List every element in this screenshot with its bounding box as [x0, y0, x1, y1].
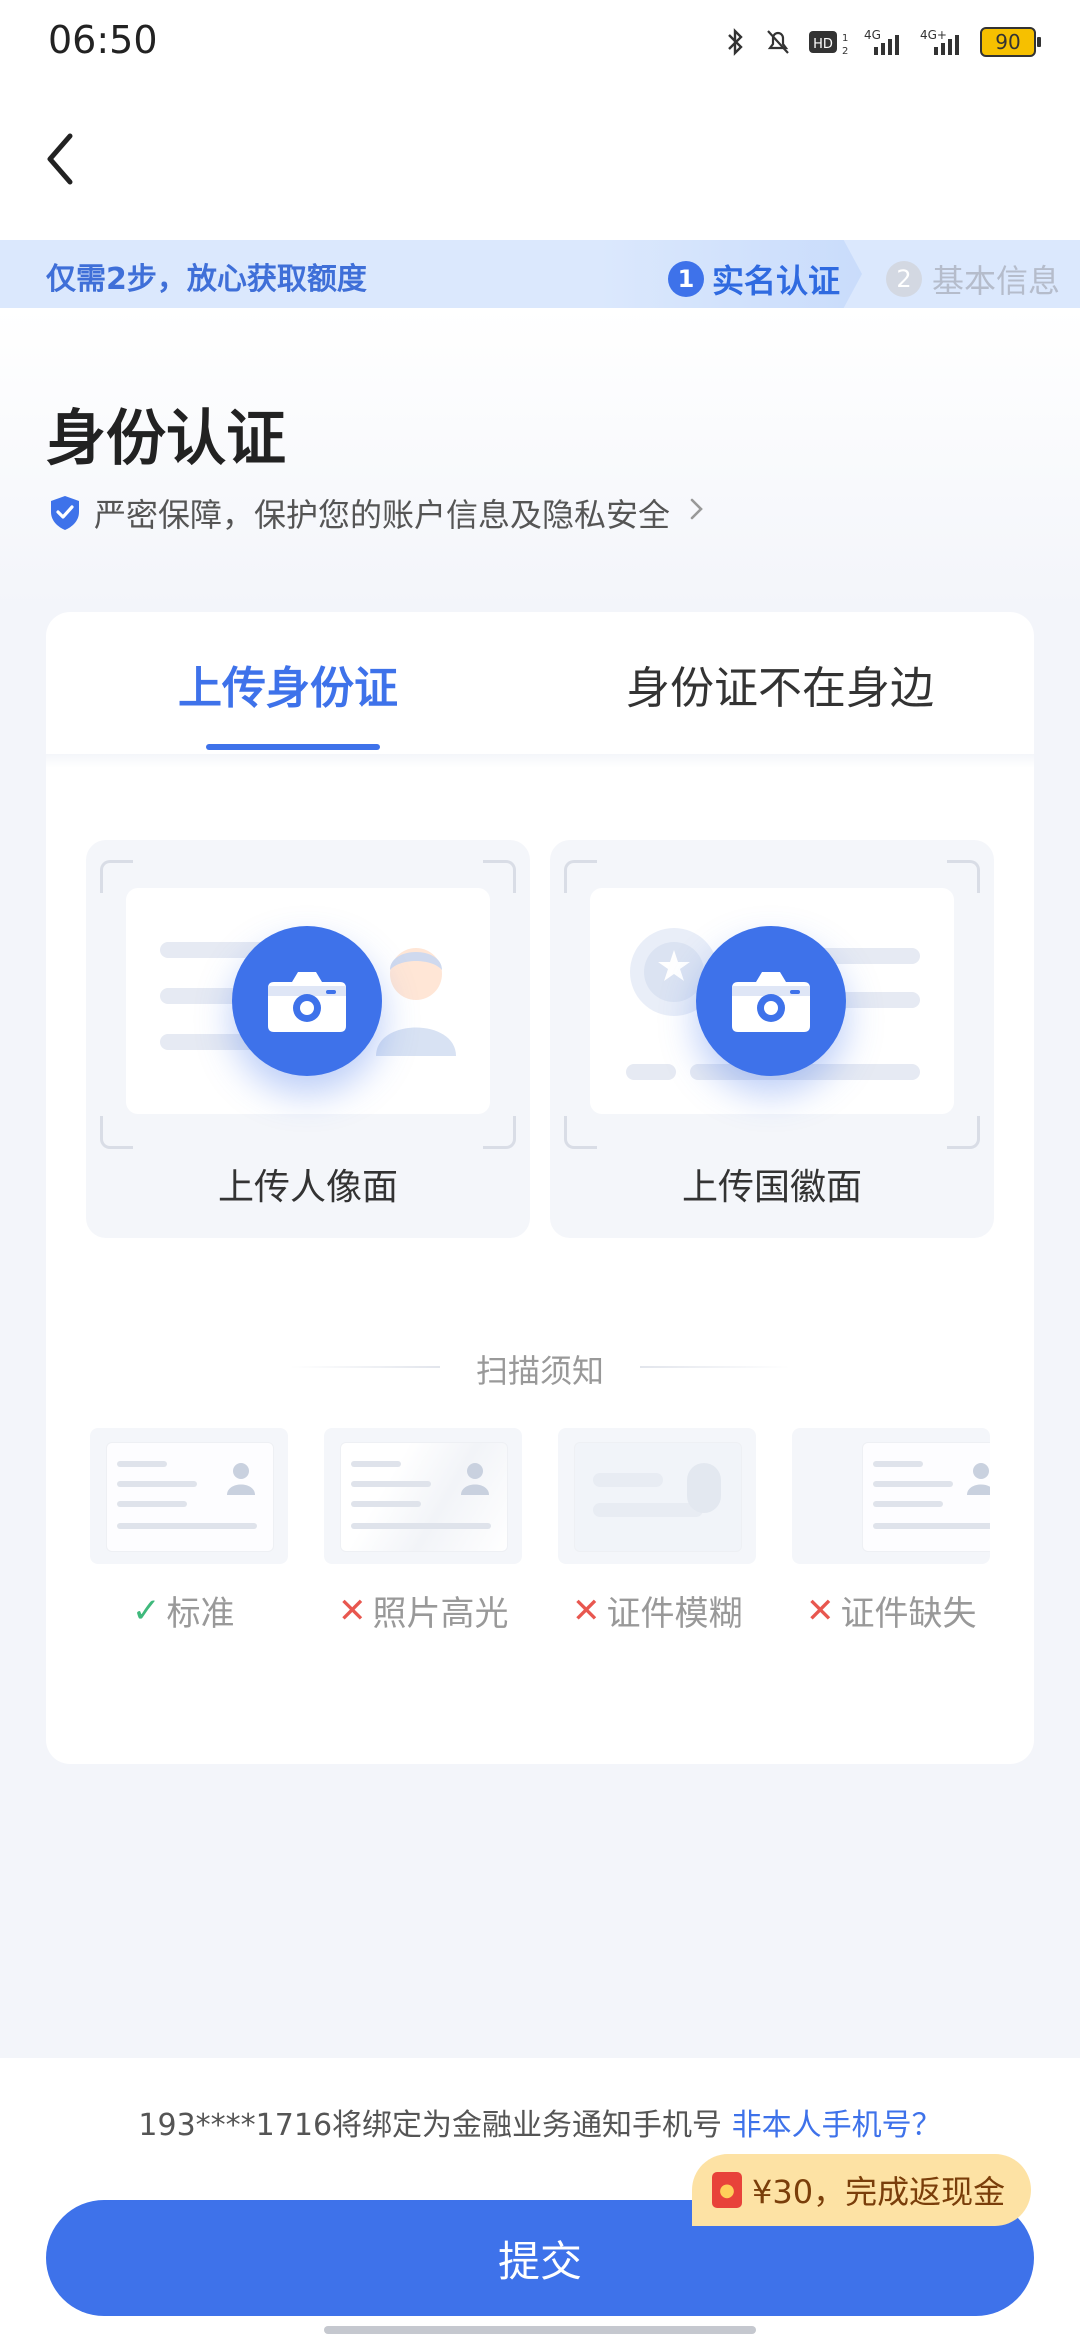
- step-1-number: 1: [668, 261, 704, 297]
- example-label: 标准: [166, 1594, 235, 1634]
- example-glare-image: [324, 1428, 522, 1564]
- tab-divider: [46, 754, 1034, 768]
- example-label: 证件缺失: [840, 1594, 977, 1634]
- svg-text:1: 1: [842, 33, 848, 44]
- example-standard: ✓ 标准: [132, 1586, 235, 1635]
- tab-active-indicator: [206, 744, 380, 750]
- example-standard-image: [90, 1428, 288, 1564]
- tab-upload-id[interactable]: 上传身份证: [178, 652, 398, 716]
- progress-banner: 仅需2步，放心获取额度 1 实名认证 2 基本信息: [0, 240, 1080, 308]
- security-text: 严密保障，保护您的账户信息及隐私安全: [94, 496, 671, 534]
- tab-id-not-available[interactable]: 身份证不在身边: [626, 652, 934, 716]
- cashback-badge: ● ¥30，完成返现金: [692, 2154, 1032, 2226]
- step-2-label: 基本信息: [932, 262, 1061, 300]
- net2-label: 4G+: [920, 28, 947, 42]
- upload-front-label: 上传人像面: [217, 1167, 398, 1208]
- security-notice[interactable]: 严密保障，保护您的账户信息及隐私安全: [48, 490, 706, 536]
- back-arrow-icon: [47, 133, 73, 185]
- status-icons: HD 1 2 4G 4G+ 90: [724, 22, 1041, 62]
- not-my-phone-link[interactable]: 非本人手机号？: [732, 2108, 942, 2143]
- cashback-text: ¥30，完成返现金: [752, 2173, 1006, 2211]
- example-label: 照片高光: [372, 1594, 509, 1634]
- status-time: 06:50: [48, 18, 158, 62]
- header: [0, 84, 1080, 240]
- example-label: 证件模糊: [606, 1594, 743, 1634]
- upload-back-button[interactable]: 上传国徽面: [550, 840, 994, 1238]
- svg-text:HD: HD: [813, 37, 833, 52]
- red-envelope-icon: ●: [712, 2172, 742, 2208]
- step-1-label: 实名认证: [712, 262, 841, 300]
- banner-text: 仅需2步，放心获取额度: [46, 262, 367, 297]
- cross-icon: ✕: [338, 1590, 367, 1631]
- submit-label: 提交: [497, 2236, 582, 2286]
- chevron-right-icon: [688, 494, 706, 532]
- battery-icon: 90: [980, 27, 1041, 57]
- phone-binding-text: 193****1716将绑定为金融业务通知手机号: [138, 2108, 723, 2143]
- home-indicator[interactable]: [324, 2326, 756, 2334]
- scan-notice-title: 扫描须知: [475, 1352, 604, 1390]
- example-missing-image: [792, 1428, 990, 1564]
- cross-icon: ✕: [806, 1590, 835, 1631]
- signal-2-icon: 4G+: [920, 27, 964, 57]
- phone-binding-notice: 193****1716将绑定为金融业务通知手机号 非本人手机号？: [0, 2100, 1080, 2144]
- scan-examples: [90, 1428, 990, 1568]
- mute-bell-icon: [764, 27, 792, 57]
- net1-label: 4G: [864, 28, 881, 42]
- camera-icon: [232, 926, 382, 1076]
- upload-front-button[interactable]: 上传人像面: [86, 840, 530, 1238]
- cross-icon: ✕: [572, 1590, 601, 1631]
- example-blurry: ✕ 证件模糊: [572, 1586, 743, 1635]
- step-2-number: 2: [886, 261, 922, 297]
- signal-1-icon: 4G: [864, 27, 904, 57]
- hd-icon: HD 1 2: [808, 27, 848, 57]
- step-2: 2 基本信息: [886, 256, 1060, 302]
- svg-text:2: 2: [842, 46, 848, 57]
- check-icon: ✓: [132, 1590, 161, 1631]
- camera-icon: [696, 926, 846, 1076]
- portrait-icon: [376, 948, 456, 1056]
- step-1: 1 实名认证: [668, 256, 840, 302]
- example-missing: ✕ 证件缺失: [806, 1586, 977, 1635]
- bluetooth-icon: [724, 27, 748, 57]
- upload-back-label: 上传国徽面: [681, 1167, 862, 1208]
- battery-level: 90: [995, 30, 1021, 54]
- example-blurry-image: [558, 1428, 756, 1564]
- back-button[interactable]: [40, 124, 100, 194]
- example-glare: ✕ 照片高光: [338, 1586, 509, 1635]
- page-title: 身份认证: [46, 404, 286, 474]
- shield-icon: [51, 496, 79, 530]
